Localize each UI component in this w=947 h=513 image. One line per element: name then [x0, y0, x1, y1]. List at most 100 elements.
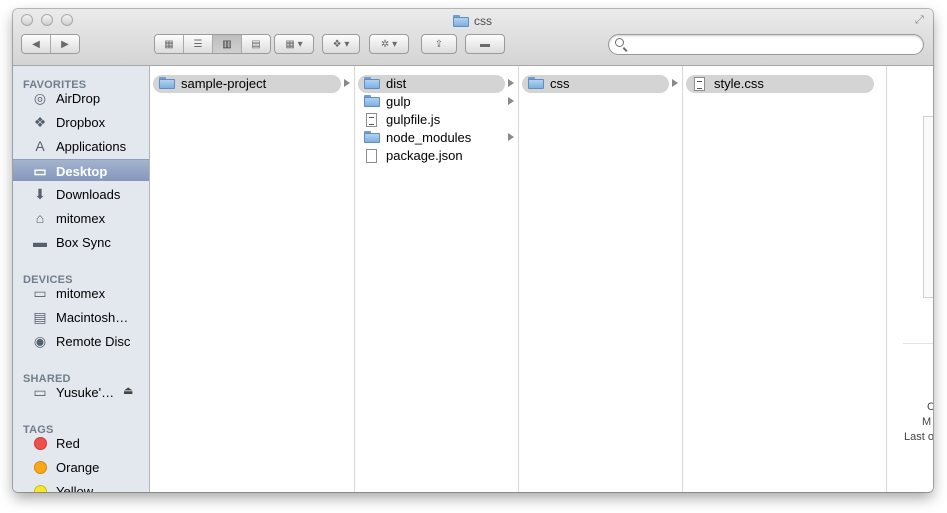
list-item-css[interactable]: css — [522, 75, 669, 93]
search-field[interactable] — [608, 34, 924, 55]
file-preview-thumbnail — [923, 116, 933, 298]
sidebar-item-shared-computer[interactable]: ▭ Yusuke'… ⏏ — [13, 381, 149, 403]
back-arrow-icon: ◀ — [32, 38, 40, 50]
sidebar-item-label: Box Sync — [56, 235, 111, 250]
close-button[interactable] — [21, 14, 33, 26]
code-file-icon — [694, 77, 705, 91]
monitor-icon: ▭ — [33, 383, 47, 400]
sidebar-item-dropbox[interactable]: ❖ Dropbox — [13, 111, 149, 133]
disclosure-arrow-icon — [508, 97, 514, 105]
action-button[interactable]: ✲ ▾ — [369, 34, 409, 54]
sidebar-item-tag-orange[interactable]: Orange — [13, 456, 149, 478]
minimize-button[interactable] — [41, 14, 53, 26]
list-item-sample-project[interactable]: sample-project — [153, 75, 341, 93]
sidebar-item-tag-yellow[interactable]: Yellow — [13, 480, 149, 492]
sidebar-item-desktop[interactable]: ▭ Desktop — [13, 159, 149, 181]
back-forward-control: ◀ ▶ — [21, 34, 80, 54]
sidebar-item-applications[interactable]: A Applications — [13, 135, 149, 157]
sidebar-item-mitomex-device[interactable]: ▭ mitomex — [13, 282, 149, 304]
home-icon: ⌂ — [35, 210, 45, 226]
tag-orange-icon — [31, 459, 49, 475]
sidebar-item-macintosh-hd[interactable]: ▤ Macintosh… — [13, 306, 149, 328]
preview-divider — [903, 343, 933, 344]
list-view-icon: ☰ — [193, 38, 203, 50]
back-button[interactable]: ◀ — [22, 35, 51, 53]
item-label: package.json — [386, 148, 463, 163]
sidebar-item-downloads[interactable]: ⬇ Downloads — [13, 183, 149, 205]
share-icon: ⇪ — [434, 38, 444, 50]
folder-icon — [159, 77, 175, 89]
zoom-button[interactable] — [61, 14, 73, 26]
sidebar-item-tag-red[interactable]: Red — [13, 432, 149, 454]
disc-icon: ◉ — [33, 332, 47, 349]
sidebar-item-label: Yusuke'… — [56, 385, 115, 400]
folder-icon: ▬ — [33, 234, 47, 250]
folder-icon — [364, 95, 380, 107]
folder-icon — [453, 15, 469, 27]
item-label: node_modules — [386, 130, 472, 145]
tag-color-dot — [33, 436, 47, 450]
tags-button[interactable]: ▬ — [465, 34, 505, 54]
list-item-gulp[interactable]: gulp — [358, 93, 505, 111]
list-item-dist[interactable]: dist — [358, 75, 505, 93]
window-title-label: css — [474, 14, 492, 28]
dropbox-icon: ❖ — [33, 113, 47, 130]
item-label: gulp — [386, 94, 411, 109]
list-view-button[interactable]: ☰ — [184, 35, 213, 53]
sidebar: FAVORITES ◎ AirDrop ❖ Dropbox A Applicat… — [13, 66, 150, 492]
browser-column-3: css — [519, 66, 683, 492]
sidebar-item-box-sync[interactable]: ▬ Box Sync — [13, 231, 149, 253]
preview-modified: M — [922, 416, 932, 428]
sidebar-item-home[interactable]: ⌂ mitomex — [13, 207, 149, 229]
fullscreen-icon[interactable]: ⤢ — [915, 14, 927, 26]
sidebar-item-remote-disc[interactable]: ◉ Remote Disc — [13, 330, 149, 352]
browser-column-1: sample-project — [150, 66, 355, 492]
folder-icon — [528, 77, 544, 89]
item-label: sample-project — [181, 76, 267, 91]
downloads-icon: ⬇ — [34, 185, 46, 202]
preview-last-opened: Last o — [904, 431, 933, 443]
sidebar-item-label: mitomex — [56, 286, 106, 301]
tag-color-dot — [33, 484, 47, 492]
laptop-icon: ▭ — [33, 284, 47, 301]
sidebar-item-label: Downloads — [56, 187, 121, 202]
icon-view-icon: ▦ — [164, 38, 174, 50]
list-item-style-css[interactable]: style.css — [686, 75, 874, 93]
list-item-node-modules[interactable]: node_modules — [358, 129, 505, 147]
folder-icon — [364, 77, 380, 89]
icon-view-button[interactable]: ▦ — [155, 35, 184, 53]
sidebar-item-label: Orange — [56, 460, 100, 475]
disclosure-arrow-icon — [672, 79, 678, 87]
search-input[interactable] — [629, 36, 918, 55]
dropbox-button[interactable]: ❖ ▾ — [322, 34, 360, 54]
forward-button[interactable]: ▶ — [51, 35, 79, 53]
list-item-gulpfile[interactable]: gulpfile.js — [358, 111, 505, 129]
item-label: dist — [386, 76, 407, 91]
forward-arrow-icon: ▶ — [61, 38, 69, 50]
window-title: css — [453, 13, 492, 29]
column-view-button[interactable]: ▥ — [213, 35, 242, 53]
arrange-icon: ▦ ▾ — [285, 38, 303, 50]
item-label: gulpfile.js — [386, 112, 441, 127]
eject-icon[interactable]: ⏏ — [123, 384, 133, 397]
sidebar-item-airdrop[interactable]: ◎ AirDrop — [13, 87, 149, 109]
list-item-package-json[interactable]: package.json — [358, 147, 505, 165]
applications-icon: A — [35, 138, 45, 154]
file-icon — [366, 149, 377, 163]
coverflow-view-button[interactable]: ▤ — [242, 35, 270, 53]
preview-pane: C M Last o — [887, 66, 933, 492]
sidebar-item-label: Dropbox — [56, 115, 106, 130]
disclosure-arrow-icon — [508, 79, 514, 87]
code-file-icon — [366, 113, 377, 127]
airdrop-icon: ◎ — [33, 89, 47, 106]
share-button[interactable]: ⇪ — [421, 34, 457, 54]
search-icon — [615, 38, 624, 47]
disclosure-arrow-icon — [344, 79, 350, 87]
sidebar-item-label: Applications — [56, 139, 127, 154]
arrange-button[interactable]: ▦ ▾ — [274, 34, 314, 54]
browser-column-2: dist gulp gulpfile.js node_modules packa… — [355, 66, 519, 492]
titlebar: css ⤢ ◀ ▶ ▦ ☰ ▥ ▤ ▦ ▾ ❖ ▾ ✲ ▾ ⇪ ▬ — [13, 9, 933, 66]
view-mode-control: ▦ ☰ ▥ ▤ — [154, 34, 271, 54]
tag-yellow-icon — [31, 483, 49, 492]
tag-icon: ▬ — [480, 38, 490, 50]
